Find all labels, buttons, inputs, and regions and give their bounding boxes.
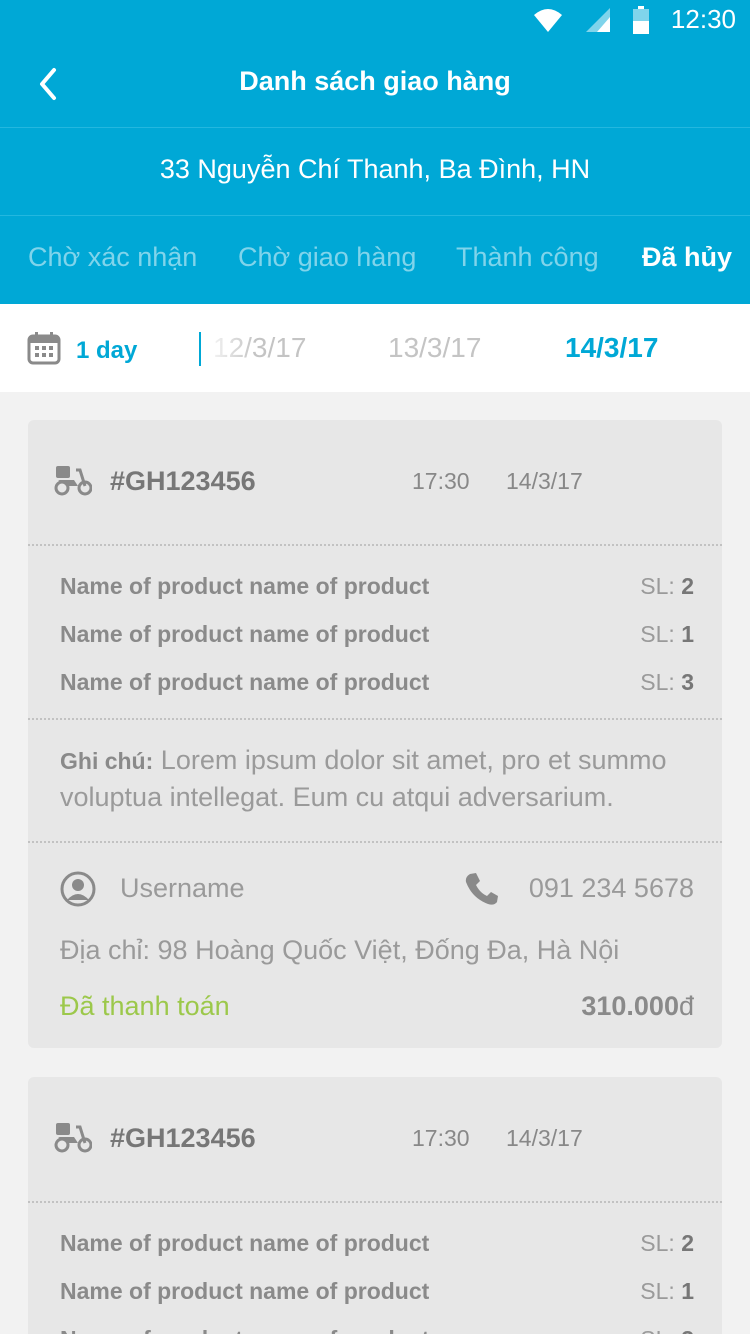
- user-icon: [60, 871, 96, 907]
- product-quantity: SL: 3: [640, 1326, 694, 1334]
- product-name: Name of product name of product: [60, 1326, 429, 1334]
- quantity-value: 1: [681, 1277, 694, 1304]
- product-name: Name of product name of product: [60, 620, 430, 647]
- status-bar: 12:30: [0, 0, 750, 40]
- total-amount: 310.000: [581, 991, 679, 1021]
- product-row: Name of product name of product SL: 2: [60, 562, 694, 610]
- order-footer: Đã thanh toán 310.000đ: [28, 991, 722, 1049]
- order-total: 310.000đ: [581, 991, 694, 1022]
- calendar-icon: [27, 332, 61, 365]
- date-filter-bar: 1 day 12/3/17 13/3/17 14/3/17: [0, 304, 750, 392]
- date-divider: [199, 332, 201, 366]
- quantity-label: SL:: [640, 620, 675, 647]
- payment-status: Đã thanh toán: [60, 991, 230, 1021]
- quantity-value: 1: [681, 620, 694, 647]
- store-address-text: 33 Nguyễn Chí Thanh, Ba Đình, HN: [159, 154, 591, 184]
- delivery-address: Địa chỉ: 98 Hoàng Quốc Việt, Đống Đa, Hà…: [60, 935, 620, 965]
- calendar-button[interactable]: [27, 331, 61, 370]
- scooter-icon: [54, 466, 92, 496]
- date-option[interactable]: 12/3/17: [213, 332, 306, 364]
- product-quantity: SL: 3: [640, 669, 694, 696]
- order-time: 17:30: [412, 1125, 470, 1151]
- currency-symbol: đ: [678, 991, 694, 1021]
- tab-successful[interactable]: Thành công: [456, 242, 599, 273]
- date-option-selected[interactable]: 14/3/17: [565, 332, 658, 364]
- quantity-value: 3: [681, 668, 694, 695]
- product-name: Name of product name of product: [60, 668, 430, 695]
- customer-username: Username: [120, 873, 245, 903]
- product-row: Name of product name of product SL: 3: [60, 1315, 694, 1334]
- battery-icon: [632, 5, 649, 34]
- quantity-label: SL:: [640, 668, 675, 695]
- order-code: #GH123456: [110, 466, 256, 496]
- order-date: 14/3/17: [506, 1125, 583, 1151]
- note-label: Ghi chú:: [60, 748, 154, 774]
- product-name: Name of product name of product: [60, 1277, 430, 1304]
- product-list: Name of product name of product SL: 2 Na…: [28, 1203, 722, 1334]
- product-quantity: SL: 2: [640, 573, 694, 600]
- product-row: Name of product name of product SL: 3: [60, 658, 694, 706]
- quantity-value: 2: [681, 572, 694, 599]
- order-date: 14/3/17: [506, 468, 583, 494]
- product-row: Name of product name of product SL: 2: [60, 1219, 694, 1267]
- quantity-label: SL:: [640, 1326, 675, 1334]
- tab-pending-confirmation[interactable]: Chờ xác nhận: [28, 242, 197, 273]
- tab-cancelled[interactable]: Đã hủy: [642, 242, 732, 273]
- app-bar: Danh sách giao hàng: [0, 40, 750, 128]
- status-tabs: Chờ xác nhận Chờ giao hàng Thành công Đã…: [0, 216, 750, 304]
- date-range-label[interactable]: 1 day: [76, 337, 137, 365]
- order-card[interactable]: #GH123456 17:30 14/3/17 Name of product …: [28, 420, 722, 1048]
- phone-icon[interactable]: [464, 871, 500, 907]
- status-time: 12:30: [670, 4, 736, 34]
- order-note: Ghi chú: Lorem ipsum dolor sit amet, pro…: [28, 720, 722, 841]
- quantity-value: 2: [681, 1229, 694, 1256]
- date-option[interactable]: 13/3/17: [388, 332, 481, 364]
- product-row: Name of product name of product SL: 1: [60, 1267, 694, 1315]
- quantity-label: SL:: [640, 1277, 675, 1304]
- quantity-label: SL:: [640, 572, 675, 599]
- product-list: Name of product name of product SL: 2 Na…: [28, 546, 722, 718]
- order-code: #GH123456: [110, 1123, 256, 1153]
- product-quantity: SL: 2: [640, 1230, 694, 1257]
- cellular-signal-icon: [585, 7, 610, 32]
- product-name: Name of product name of product: [60, 1229, 430, 1256]
- order-card[interactable]: #GH123456 17:30 14/3/17 Name of product …: [28, 1077, 722, 1334]
- quantity-value: 3: [681, 1326, 694, 1334]
- customer-contact: Username 091 234 5678: [28, 843, 722, 935]
- product-quantity: SL: 1: [640, 1278, 694, 1305]
- tab-awaiting-delivery[interactable]: Chờ giao hàng: [238, 242, 416, 273]
- page-title: Danh sách giao hàng: [239, 66, 511, 96]
- wifi-icon: [533, 8, 562, 32]
- store-address: 33 Nguyễn Chí Thanh, Ba Đình, HN: [0, 128, 750, 216]
- scooter-icon: [54, 1123, 92, 1153]
- order-time: 17:30: [412, 468, 470, 494]
- product-name: Name of product name of product: [60, 572, 430, 599]
- product-quantity: SL: 1: [640, 621, 694, 648]
- product-row: Name of product name of product SL: 1: [60, 610, 694, 658]
- quantity-label: SL:: [640, 1229, 675, 1256]
- customer-phone[interactable]: 091 234 5678: [529, 873, 694, 904]
